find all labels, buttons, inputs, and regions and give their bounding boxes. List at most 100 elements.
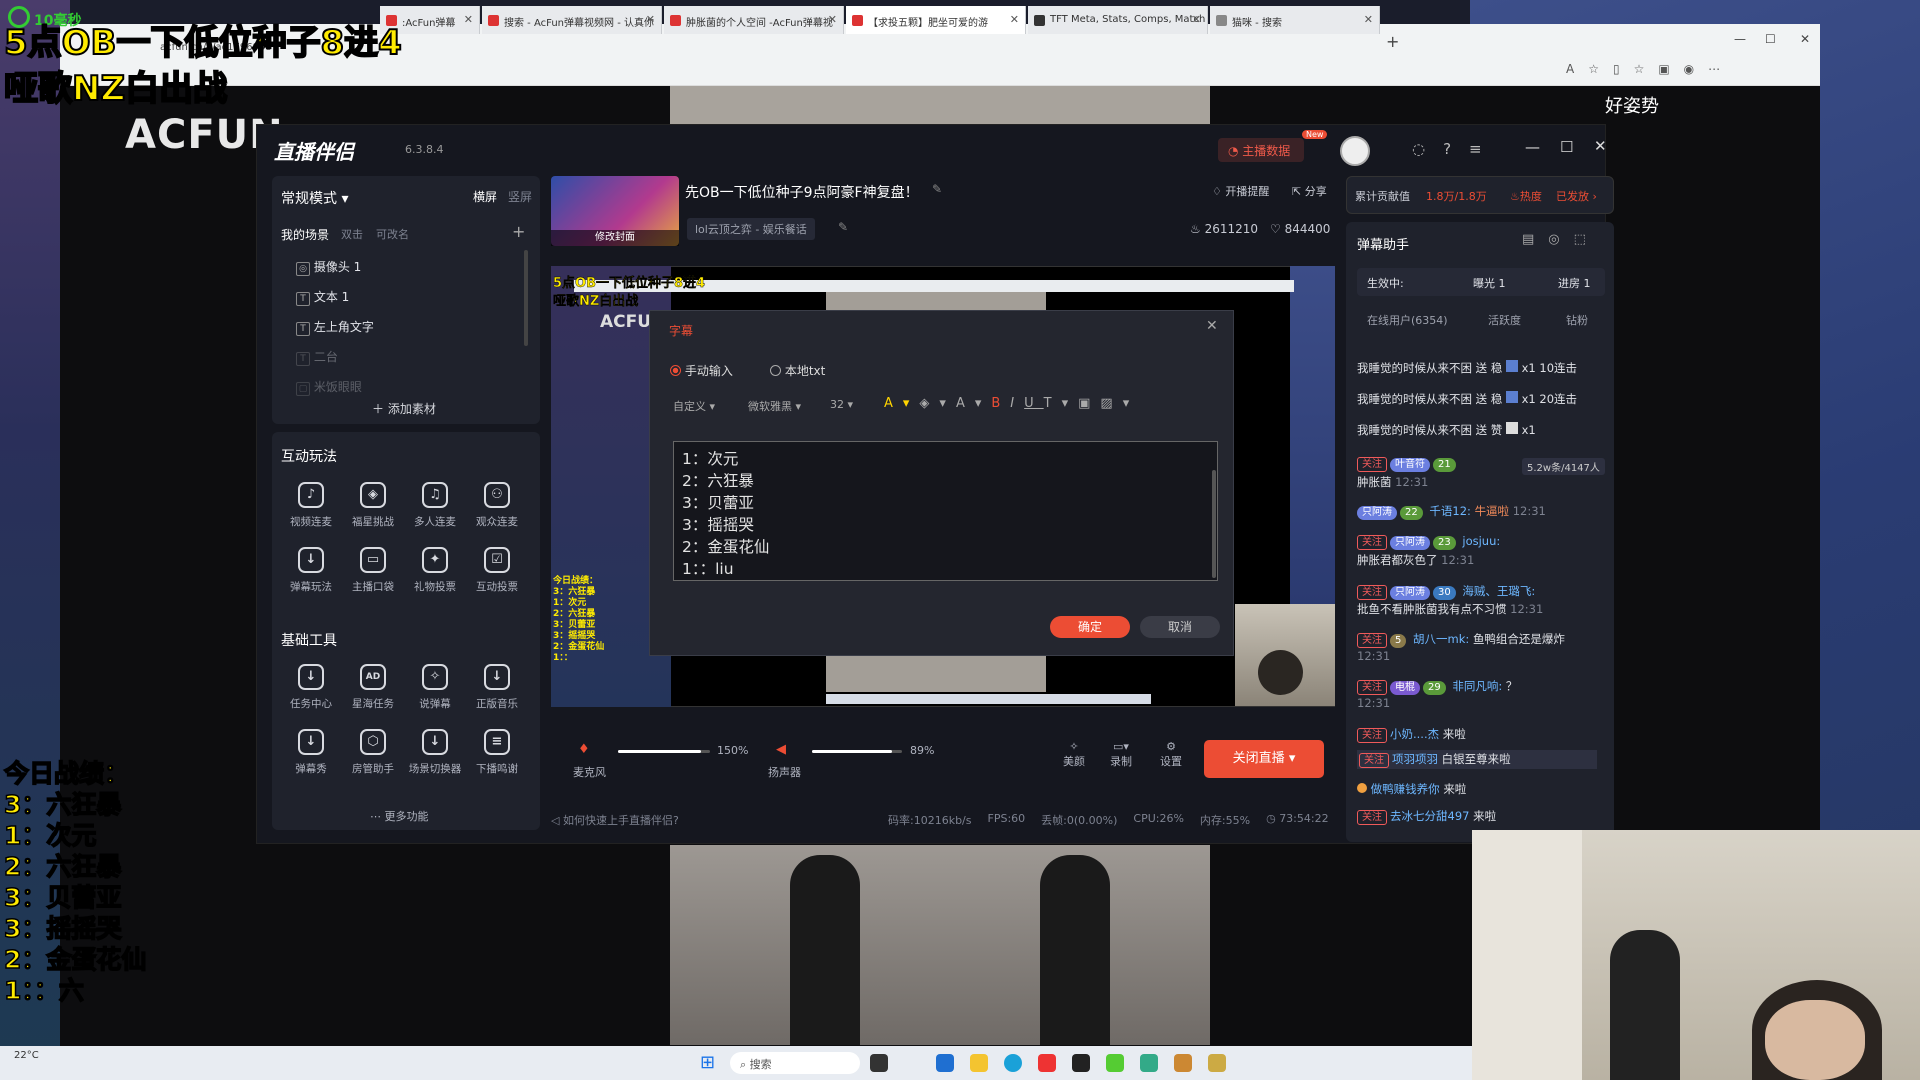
browser-tab[interactable]: 猫咪 - 搜索 ✕	[1210, 6, 1380, 34]
close-icon[interactable]: ✕	[1192, 13, 1201, 26]
weather-widget[interactable]: 22°C	[14, 1050, 39, 1061]
released-link[interactable]: 已发放 ›	[1556, 188, 1597, 204]
store-icon[interactable]	[936, 1054, 954, 1072]
music-button[interactable]: ↓ 正版音乐	[466, 664, 528, 711]
app-icon[interactable]	[1106, 1054, 1124, 1072]
host-pocket-button[interactable]: ▭ 主播口袋	[342, 547, 404, 594]
app-icon[interactable]	[1038, 1054, 1056, 1072]
dialog-close-icon[interactable]: ✕	[1206, 318, 1218, 334]
follow-tag[interactable]: 关注	[1357, 633, 1387, 648]
preset-select[interactable]: 自定义 ▾	[673, 398, 715, 414]
video-link-button[interactable]: ♪ 视频连麦	[280, 482, 342, 529]
folder-icon[interactable]	[970, 1054, 988, 1072]
change-cover-button[interactable]: 修改封面	[551, 230, 679, 246]
speaker-slider[interactable]	[812, 750, 902, 753]
browser-tab-active[interactable]: 【求投五颗】肥坐可爱的游 ✕	[846, 6, 1026, 34]
landscape-tab[interactable]: 横屏	[473, 188, 497, 205]
cancel-button[interactable]: 取消	[1140, 616, 1220, 638]
app-icon[interactable]	[1072, 1054, 1090, 1072]
danmu-tool-icons[interactable]: ▤◎⬚	[1522, 232, 1600, 247]
tab-activity[interactable]: 活跃度	[1488, 312, 1521, 328]
add-scene-button[interactable]: +	[512, 222, 525, 241]
portrait-tab[interactable]: 竖屏	[508, 188, 532, 205]
browser-tab[interactable]: 搜索 - AcFun弹幕视频网 - 认真你 ✕	[482, 6, 662, 34]
audience-link-button[interactable]: ⚇ 观众连麦	[466, 482, 528, 529]
beauty-button[interactable]: ✧ 美颜	[1063, 740, 1085, 769]
close-icon[interactable]: ✕	[1800, 32, 1810, 46]
radio-file[interactable]: 本地txt	[770, 362, 825, 379]
app-header-icons[interactable]: ◌?≡	[1412, 140, 1500, 158]
tab-online-users[interactable]: 在线用户(6354)	[1367, 312, 1448, 328]
lucky-star-button[interactable]: ◈ 福星挑战	[342, 482, 404, 529]
stream-category[interactable]: lol云顶之弈 - 娱乐餐话	[687, 218, 815, 240]
chat-user[interactable]: 海贼、王璐飞:	[1462, 584, 1535, 598]
speak-danmu-button[interactable]: ✧ 说弹幕	[404, 664, 466, 711]
app-icon[interactable]	[1140, 1054, 1158, 1072]
close-icon[interactable]: ✕	[464, 13, 473, 26]
multi-link-button[interactable]: ♫ 多人连麦	[404, 482, 466, 529]
speaker-icon[interactable]: ◀	[776, 742, 786, 757]
settings-button[interactable]: ⚙ 设置	[1160, 740, 1182, 769]
room-admin-button[interactable]: ⬡ 房管助手	[342, 729, 404, 776]
scrollbar[interactable]	[1212, 470, 1216, 578]
enter-user[interactable]: 项羽项羽	[1392, 752, 1438, 766]
share-button[interactable]: ⇱ 分享	[1292, 183, 1327, 199]
danmu-play-button[interactable]: ↓ 弹幕玩法	[280, 547, 342, 594]
close-icon[interactable]: ✕	[828, 13, 837, 26]
minimize-icon[interactable]: —	[1734, 32, 1746, 46]
browser-tab[interactable]: 肿胀菌的个人空间 -AcFun弹幕视 ✕	[664, 6, 844, 34]
mic-slider[interactable]	[618, 750, 710, 753]
task-center-button[interactable]: ↓ 任务中心	[280, 664, 342, 711]
enter-user[interactable]: 小奶....杰	[1390, 727, 1439, 741]
scene-item-text1[interactable]: T 文本 1	[296, 288, 349, 306]
app-icon[interactable]	[1208, 1054, 1226, 1072]
browser-tab[interactable]: TFT Meta, Stats, Comps, Match H ✕	[1028, 6, 1208, 34]
chat-user[interactable]: 胡八一mk:	[1413, 632, 1469, 646]
add-material-button[interactable]: ＋ 添加素材	[372, 400, 436, 417]
stop-stream-button[interactable]: 关闭直播 ▾	[1204, 740, 1324, 778]
follow-tag[interactable]: 关注	[1357, 810, 1387, 825]
close-icon[interactable]: ✕	[1364, 13, 1373, 26]
chat-user[interactable]: 非同凡响:	[1452, 679, 1502, 693]
more-features-button[interactable]: ⋯ 更多功能	[370, 808, 429, 824]
close-icon[interactable]: ✕	[1010, 13, 1019, 26]
confirm-button[interactable]: 确定	[1050, 616, 1130, 638]
app-icon[interactable]	[1174, 1054, 1192, 1072]
subtitle-text-input[interactable]: 1：次元 2：六狂暴 3：贝蕾亚 3：摇摇哭 2：金蛋花仙 1：：liu	[673, 441, 1218, 581]
host-data-button[interactable]: ◔ 主播数据	[1218, 138, 1304, 162]
radio-manual[interactable]: 手动输入	[670, 362, 733, 379]
enter-user[interactable]: 做鸭赚钱养你	[1371, 782, 1440, 796]
enter-user[interactable]: 去冰七分甜497	[1390, 809, 1469, 823]
scene-item-camera[interactable]: ◎ 摄像头 1	[296, 258, 361, 276]
mode-select[interactable]: 常规模式 ▾	[281, 188, 348, 208]
edit-title-icon[interactable]: ✎	[932, 182, 942, 196]
size-select[interactable]: 32 ▾	[830, 398, 853, 411]
follow-tag[interactable]: 关注	[1357, 585, 1387, 600]
record-button[interactable]: ▭▾ 录制	[1110, 740, 1132, 769]
windows-start-icon[interactable]: ⊞	[700, 1052, 722, 1074]
chat-user[interactable]: 千语12:	[1429, 504, 1471, 518]
font-select[interactable]: 微软雅黑 ▾	[748, 398, 801, 414]
follow-tag[interactable]: 关注	[1357, 728, 1387, 743]
minimize-icon[interactable]: —	[1525, 138, 1540, 156]
close-icon[interactable]: ✕	[1594, 137, 1607, 155]
scene-item-hidden[interactable]: T 二台	[296, 348, 338, 366]
gift-vote-button[interactable]: ✦ 礼物投票	[404, 547, 466, 594]
edit-category-icon[interactable]: ✎	[838, 220, 848, 234]
notify-button[interactable]: ♢ 开播提醒	[1212, 183, 1269, 199]
taskbar-search[interactable]: ⌕ 搜索	[730, 1052, 860, 1074]
danmu-show-button[interactable]: ↓ 弹幕秀	[280, 729, 342, 776]
follow-tag[interactable]: 关注	[1359, 753, 1389, 768]
format-toolbar[interactable]: A▾◈▾A▾BIUT▾▣▨▾	[884, 396, 1139, 411]
tab-fans[interactable]: 钻粉	[1566, 312, 1588, 328]
avatar[interactable]	[1340, 136, 1370, 166]
edge-icon[interactable]	[1004, 1054, 1022, 1072]
mic-icon[interactable]: ♦	[578, 742, 590, 757]
scrollbar[interactable]	[524, 250, 528, 346]
close-icon[interactable]: ✕	[646, 13, 655, 26]
scene-item-topleft-text[interactable]: T 左上角文字	[296, 318, 374, 336]
follow-tag[interactable]: 关注	[1357, 457, 1387, 472]
follow-tag[interactable]: 关注	[1357, 535, 1387, 550]
browser-toolbar-icons[interactable]: A☆▯☆▣◉⋯	[1566, 62, 1734, 76]
thanks-button[interactable]: ≡ 下播鸣谢	[466, 729, 528, 776]
